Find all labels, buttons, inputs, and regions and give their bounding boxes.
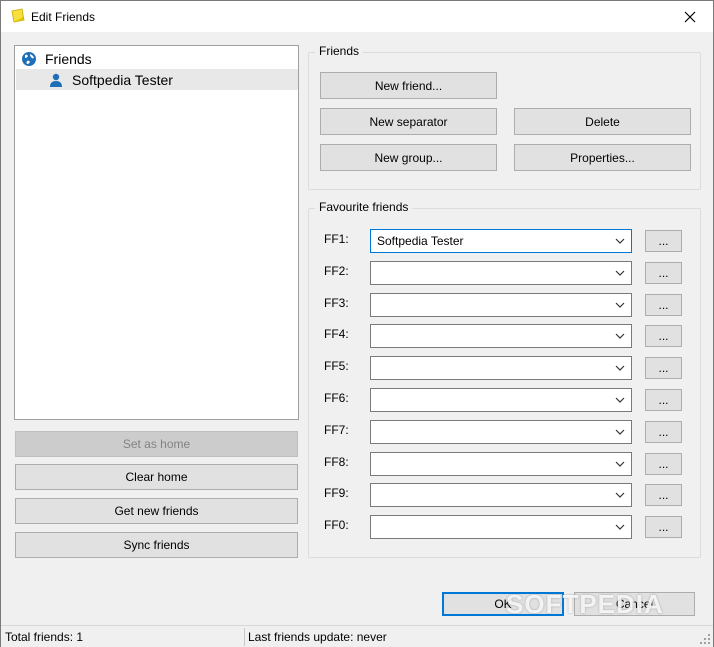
chevron-down-icon [615,429,625,435]
chevron-down-icon [615,397,625,403]
status-bar: Total friends: 1 Last friends update: ne… [1,625,713,647]
new-separator-button[interactable]: New separator [320,108,497,135]
ff-slot-combobox[interactable] [370,420,632,444]
chevron-down-icon [615,492,625,498]
ff-slot-label: FF5: [324,359,349,373]
group-label: Favourite friends [315,200,413,214]
ff-slot-browse-button[interactable]: ... [645,421,682,443]
tree-item-label: Friends [45,50,92,67]
ff-slot-browse-button[interactable]: ... [645,357,682,379]
ff-slot-label: FF7: [324,423,349,437]
chevron-down-icon [615,524,625,530]
chevron-down-icon [615,238,625,244]
window-title: Edit Friends [31,10,96,24]
ff-slot-label: FF4: [324,327,349,341]
close-icon [684,11,696,22]
ff-slot-browse-button[interactable]: ... [645,453,682,475]
status-divider [244,628,245,646]
ff-slot-combobox[interactable] [370,388,632,412]
chevron-down-icon [615,302,625,308]
ff-slot-label: FF2: [324,264,349,278]
chevron-down-icon [615,270,625,276]
ff-slot-browse-button[interactable]: ... [645,484,682,506]
ff-slot-label: FF3: [324,296,349,310]
get-new-friends-button[interactable]: Get new friends [15,498,298,524]
ff-slot-browse-button[interactable]: ... [645,262,682,284]
chevron-down-icon [615,365,625,371]
ff-slot-value: Softpedia Tester [377,234,464,248]
note-icon [11,8,25,23]
new-friend-button[interactable]: New friend... [320,72,497,99]
ff-slot-label: FF9: [324,486,349,500]
friends-tree[interactable]: Friends Softpedia Tester [14,45,299,420]
clear-home-button[interactable]: Clear home [15,464,298,490]
watermark: SOFTPEDIA [506,589,664,619]
delete-button[interactable]: Delete [514,108,691,135]
edit-friends-window: Edit Friends Friends Softpedia Tester Se… [0,0,714,647]
ff-slot-browse-button[interactable]: ... [645,294,682,316]
ff-slot-browse-button[interactable]: ... [645,230,682,252]
ff-slot-browse-button[interactable]: ... [645,389,682,411]
properties-button[interactable]: Properties... [514,144,691,171]
resize-grip-icon[interactable] [699,633,711,645]
ff-slot-combobox[interactable] [370,293,632,317]
total-friends-status: Total friends: 1 [5,630,84,644]
person-icon [50,73,62,87]
last-update-status: Last friends update: never [248,630,387,644]
chevron-down-icon [615,333,625,339]
new-group-button[interactable]: New group... [320,144,497,171]
ff-slot-label: FF0: [324,518,349,532]
close-button[interactable] [667,1,713,32]
sync-friends-button[interactable]: Sync friends [15,532,298,558]
ff-slot-combobox[interactable] [370,324,632,348]
ff-slot-label: FF1: [324,232,349,246]
ff-slot-combobox[interactable]: Softpedia Tester [370,229,632,253]
ff-slot-label: FF6: [324,391,349,405]
tree-item-friend[interactable]: Softpedia Tester [16,69,298,90]
title-bar: Edit Friends [1,1,713,32]
set-as-home-button[interactable]: Set as home [15,431,298,457]
ff-slot-combobox[interactable] [370,452,632,476]
group-label: Friends [315,44,364,58]
ff-slot-browse-button[interactable]: ... [645,325,682,347]
ff-slot-combobox[interactable] [370,356,632,380]
tree-item-friends-root[interactable]: Friends [21,48,92,69]
globe-icon [22,51,36,66]
ff-slot-browse-button[interactable]: ... [645,516,682,538]
chevron-down-icon [615,461,625,467]
ff-slot-combobox[interactable] [370,483,632,507]
ff-slot-combobox[interactable] [370,261,632,285]
ff-slot-combobox[interactable] [370,515,632,539]
tree-item-label: Softpedia Tester [72,71,173,88]
ff-slot-label: FF8: [324,455,349,469]
